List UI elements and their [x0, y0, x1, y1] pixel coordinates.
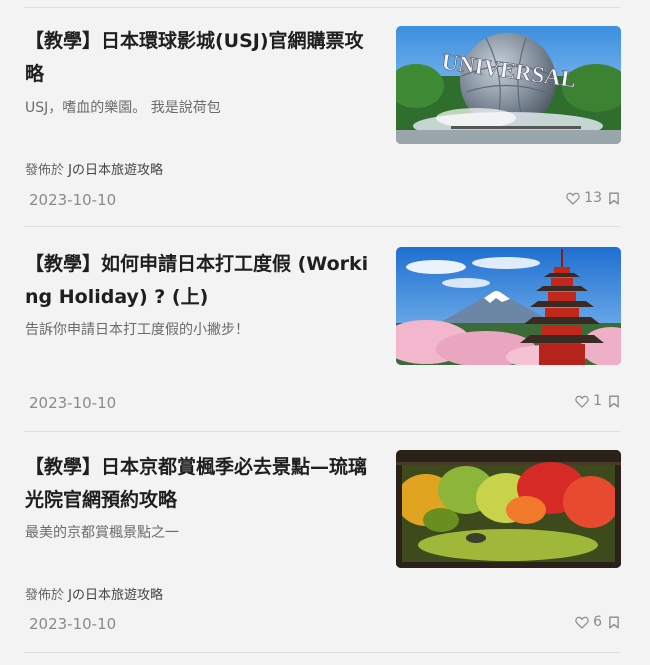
- post-meta: 1: [575, 393, 620, 409]
- post-date: 2023-10-10: [29, 191, 117, 209]
- heart-icon: [575, 395, 589, 408]
- like-count: 6: [593, 614, 602, 630]
- heart-icon: [575, 616, 589, 629]
- post-excerpt: 最美的京都賞楓景點之一: [25, 525, 179, 541]
- divider: [24, 652, 620, 653]
- post-card[interactable]: 【教學】日本京都賞楓季必去景點—琉璃光院官網預約攻略 最美的京都賞楓景點之一 發…: [0, 431, 650, 652]
- post-date: 2023-10-10: [29, 394, 117, 412]
- source-blog-link[interactable]: Jの日本旅遊攻略: [68, 163, 163, 178]
- post-thumbnail-rurikoin[interactable]: [396, 450, 621, 568]
- post-thumbnail-fuji-pagoda[interactable]: [396, 247, 621, 365]
- source-prefix: 發佈於: [25, 163, 65, 178]
- post-source: 發佈於 Jの日本旅遊攻略: [25, 162, 163, 180]
- like-button[interactable]: 13: [566, 190, 602, 206]
- post-meta: 13: [566, 190, 620, 206]
- bookmark-icon[interactable]: [608, 395, 620, 408]
- source-prefix: 發佈於: [25, 588, 65, 603]
- post-meta: 6: [575, 614, 620, 630]
- article-feed: 【教學】日本環球影城(USJ)官網購票攻略 USJ，嗜血的樂園。 我是說荷包 發…: [0, 0, 650, 665]
- post-excerpt: USJ，嗜血的樂園。 我是說荷包: [25, 100, 221, 116]
- like-count: 13: [584, 190, 602, 206]
- source-blog-link[interactable]: Jの日本旅遊攻略: [68, 588, 163, 603]
- post-title[interactable]: 【教學】如何申請日本打工度假 (Working Holiday) ? (上): [25, 248, 380, 314]
- bookmark-icon[interactable]: [608, 192, 620, 205]
- post-title[interactable]: 【教學】日本京都賞楓季必去景點—琉璃光院官網預約攻略: [25, 451, 380, 517]
- post-date: 2023-10-10: [29, 615, 117, 633]
- post-source: 發佈於 Jの日本旅遊攻略: [25, 587, 163, 605]
- bookmark-icon[interactable]: [608, 616, 620, 629]
- post-excerpt: 告訴你申請日本打工度假的小撇步！: [25, 322, 249, 338]
- post-thumbnail-usj[interactable]: UNIVERSAL: [396, 26, 621, 144]
- like-count: 1: [593, 393, 602, 409]
- heart-icon: [566, 192, 580, 205]
- post-card[interactable]: 【教學】日本環球影城(USJ)官網購票攻略 USJ，嗜血的樂園。 我是說荷包 發…: [0, 0, 650, 226]
- post-card[interactable]: 【教學】如何申請日本打工度假 (Working Holiday) ? (上) 告…: [0, 226, 650, 431]
- like-button[interactable]: 1: [575, 393, 602, 409]
- like-button[interactable]: 6: [575, 614, 602, 630]
- post-title[interactable]: 【教學】日本環球影城(USJ)官網購票攻略: [25, 25, 380, 91]
